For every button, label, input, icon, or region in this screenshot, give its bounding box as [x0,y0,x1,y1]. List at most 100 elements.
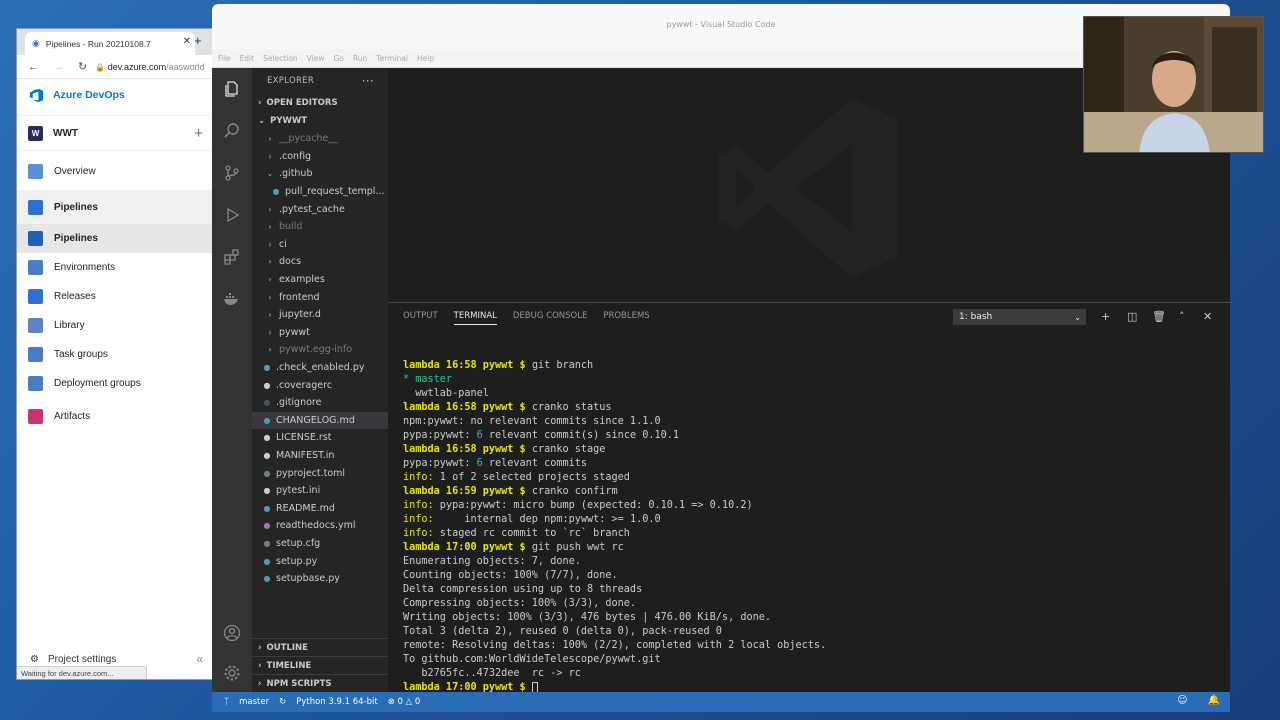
menu-help[interactable]: Help [417,54,434,63]
tree-item[interactable]: ● pyproject.toml [252,464,388,482]
add-icon[interactable]: + [194,125,203,142]
nav-label: Environments [54,262,116,273]
nav-item-artifacts[interactable]: Artifacts [17,398,215,434]
menu-terminal[interactable]: Terminal [376,54,408,63]
terminal-text: Total 3 (delta 2), reused 0 (delta 0), p… [403,626,722,637]
tree-item[interactable]: ● setup.py [252,552,388,570]
azure-devops-brand[interactable]: Azure DevOps [17,79,215,111]
outline-section[interactable]: › OUTLINE [252,638,388,656]
tree-item[interactable]: › frontend [252,288,388,306]
extensions-icon[interactable] [221,246,243,268]
new-tab-icon[interactable]: + [194,33,202,48]
menu-file[interactable]: File [218,54,231,63]
trash-icon[interactable]: 🗑 [1152,310,1166,323]
terminal-output[interactable]: lambda 16:58 pywwt $ git branch * master … [403,359,826,695]
nav-item-environments[interactable]: Environments [17,253,215,282]
tree-item-label: CHANGELOG.md [276,414,355,426]
split-terminal-icon[interactable]: ◫ [1127,310,1137,323]
nav-item-overview[interactable]: Overview [17,155,215,187]
tree-item[interactable]: › docs [252,253,388,271]
menu-selection[interactable]: Selection [263,54,298,63]
open-editors-section[interactable]: › OPEN EDITORS [252,94,388,112]
browser-tab[interactable]: ◉ Pipelines - Run 20210108.7 ✕ [25,32,195,55]
folder-section[interactable]: ⌄ PYWWT [252,112,388,130]
back-arrow-icon[interactable]: ← [28,61,39,73]
warning-icon: △ [405,697,413,707]
tree-item[interactable]: › pywwt.egg-info [252,341,388,359]
tree-item[interactable]: › jupyter.d [252,306,388,324]
nav-item-library[interactable]: Library [17,311,215,340]
chevron-right-icon: › [268,204,272,214]
terminal-text: * master [403,374,453,385]
explorer-icon[interactable] [221,78,243,100]
problems-counter[interactable]: ⊗ 0 △ 0 [388,697,421,707]
search-icon[interactable] [221,120,243,142]
reload-icon[interactable]: ↻ [78,60,87,73]
tree-item[interactable]: ● LICENSE.rst [252,429,388,447]
chevron-right-icon: › [258,642,262,653]
run-debug-icon[interactable] [221,204,243,226]
terminal-info-label: info: [403,528,434,539]
tree-item[interactable]: ● pytest.ini [252,482,388,500]
python-interpreter[interactable]: Python 3.9.1 64-bit [296,697,377,707]
source-control-icon[interactable] [221,162,243,184]
tab-problems[interactable]: PROBLEMS [603,311,649,321]
tree-item[interactable]: ⌄ .github [252,165,388,183]
tab-terminal[interactable]: TERMINAL [453,311,497,325]
manage-gear-icon[interactable] [221,662,243,684]
forward-arrow-icon[interactable]: → [53,61,64,73]
account-icon[interactable] [221,622,243,644]
tree-item-label: pywwt [279,326,310,338]
tab-debug-console[interactable]: DEBUG CONSOLE [513,311,587,321]
tree-item[interactable]: ● .coveragerc [252,376,388,394]
tree-item[interactable]: ● README.md [252,499,388,517]
task-groups-icon [28,347,43,362]
tree-item[interactable]: ● readthedocs.yml [252,517,388,535]
nav-item-task-groups[interactable]: Task groups [17,340,215,369]
close-tab-icon[interactable]: ✕ [183,36,191,47]
new-terminal-icon[interactable]: + [1101,310,1110,323]
tree-item[interactable]: ● pull_request_templ... [252,183,388,201]
project-selector[interactable]: W WWT + [17,115,215,151]
tree-item[interactable]: ● setup.cfg [252,535,388,553]
address-bar[interactable]: 🔒 dev.azure.com/aasworld [95,62,204,72]
tree-item[interactable]: › .config [252,148,388,166]
timeline-section[interactable]: › TIMELINE [252,656,388,674]
shell-selector[interactable]: 1: bash ⌄ [953,309,1086,325]
tree-item-label: .coveragerc [276,379,333,391]
tree-item[interactable]: ● MANIFEST.in [252,447,388,465]
tree-item[interactable]: › .pytest_cache [252,200,388,218]
tree-item[interactable]: ● setupbase.py [252,570,388,588]
webcam-person-image [1084,17,1263,152]
tree-item-label: .check_enabled.py [276,362,365,374]
tree-item[interactable]: › ci [252,236,388,254]
menu-view[interactable]: View [307,54,325,63]
maximize-panel-icon[interactable]: ˄ [1179,310,1185,323]
tree-item[interactable]: › __pycache__ [252,130,388,148]
close-panel-icon[interactable]: ✕ [1203,310,1212,323]
tree-item[interactable]: › examples [252,271,388,289]
docker-icon[interactable] [221,288,243,310]
tab-output[interactable]: OUTPUT [403,311,438,321]
menu-run[interactable]: Run [353,54,367,63]
nav-item-releases[interactable]: Releases [17,282,215,311]
nav-item-deployment-groups[interactable]: Deployment groups [17,369,215,398]
notifications-bell-icon[interactable]: 🔔 [1208,695,1220,706]
nav-item-pipelines[interactable]: Pipelines [17,224,215,253]
tree-item[interactable]: ● CHANGELOG.md [252,411,388,430]
menu-go[interactable]: Go [333,54,343,63]
tree-item[interactable]: ● .gitignore [252,394,388,412]
tree-item[interactable]: ● .check_enabled.py [252,359,388,377]
tree-item[interactable]: › build [252,218,388,236]
sync-icon[interactable]: ↻ [279,697,286,707]
npm-scripts-section[interactable]: › NPM SCRIPTS [252,674,388,692]
more-actions-icon[interactable]: ··· [362,74,374,88]
menu-edit[interactable]: Edit [240,54,255,63]
project-avatar: W [28,125,43,141]
collapse-nav-icon[interactable]: « [196,652,203,666]
nav-item-pipelines-group[interactable]: Pipelines [17,190,215,224]
section-label: OPEN EDITORS [266,98,338,108]
feedback-icon[interactable]: ☺ [1177,695,1187,706]
branch-name[interactable]: master [239,697,269,707]
tree-item[interactable]: › pywwt [252,324,388,342]
